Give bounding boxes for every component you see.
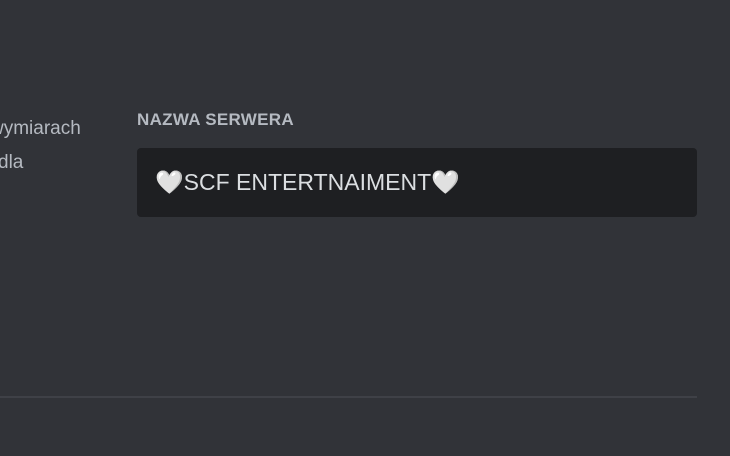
server-name-field-container [137,148,697,217]
icon-upload-description: wymiarach dla [0,112,96,180]
description-line: wymiarach [0,118,81,139]
description-line: dla [0,152,24,173]
server-settings-overview: wymiarach dla NAZWA SERWERA [0,0,730,456]
server-name-input[interactable] [137,148,697,217]
section-divider [0,396,697,398]
server-name-label: NAZWA SERWERA [137,110,294,129]
